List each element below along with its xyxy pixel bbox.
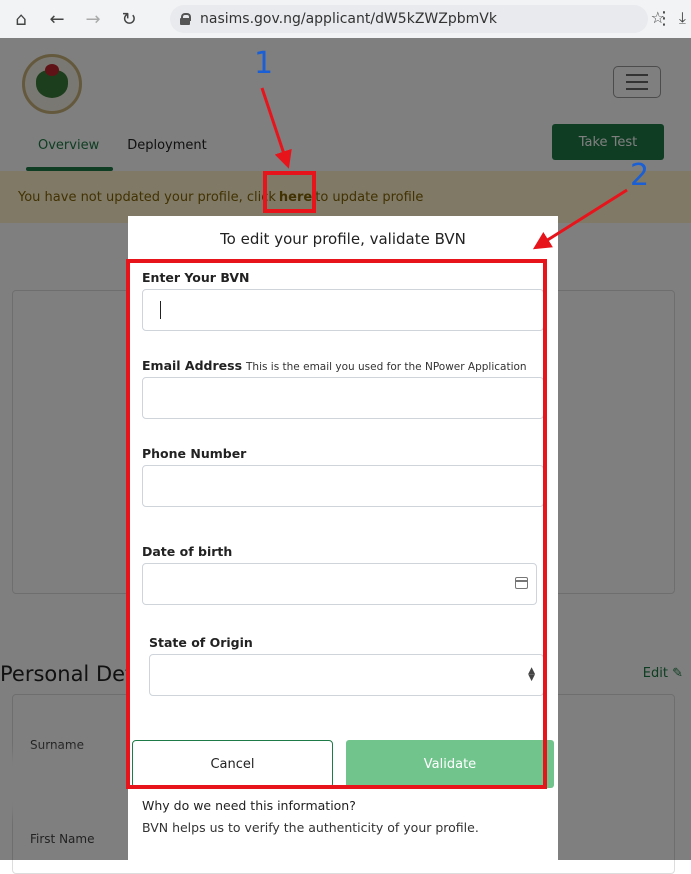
annotation-box-form [126,259,547,789]
lock-icon [180,13,191,25]
download-icon[interactable]: ⤓ [679,8,686,28]
annotation-label-1: 1 [254,46,274,81]
url-text: nasims.gov.ng/applicant/dW5kZWZpbmVk [200,11,497,27]
modal-title: To edit your profile, validate BVN [220,230,466,248]
browser-toolbar: ⌂ ← → ↻ nasims.gov.ng/applicant/dW5kZWZp… [0,0,691,38]
menu-icon[interactable]: ⋮ [655,8,673,29]
back-icon[interactable]: ← [44,6,70,32]
forward-icon[interactable]: → [80,6,106,32]
address-bar[interactable]: nasims.gov.ng/applicant/dW5kZWZpbmVk ☆ ⤓ [170,5,686,33]
home-icon[interactable]: ⌂ [8,6,34,32]
why-title: Why do we need this information? [142,798,356,813]
reload-icon[interactable]: ↻ [116,6,142,32]
why-text: BVN helps us to verify the authenticity … [142,820,479,835]
annotation-box-here [263,171,316,213]
annotation-label-2: 2 [630,158,650,193]
